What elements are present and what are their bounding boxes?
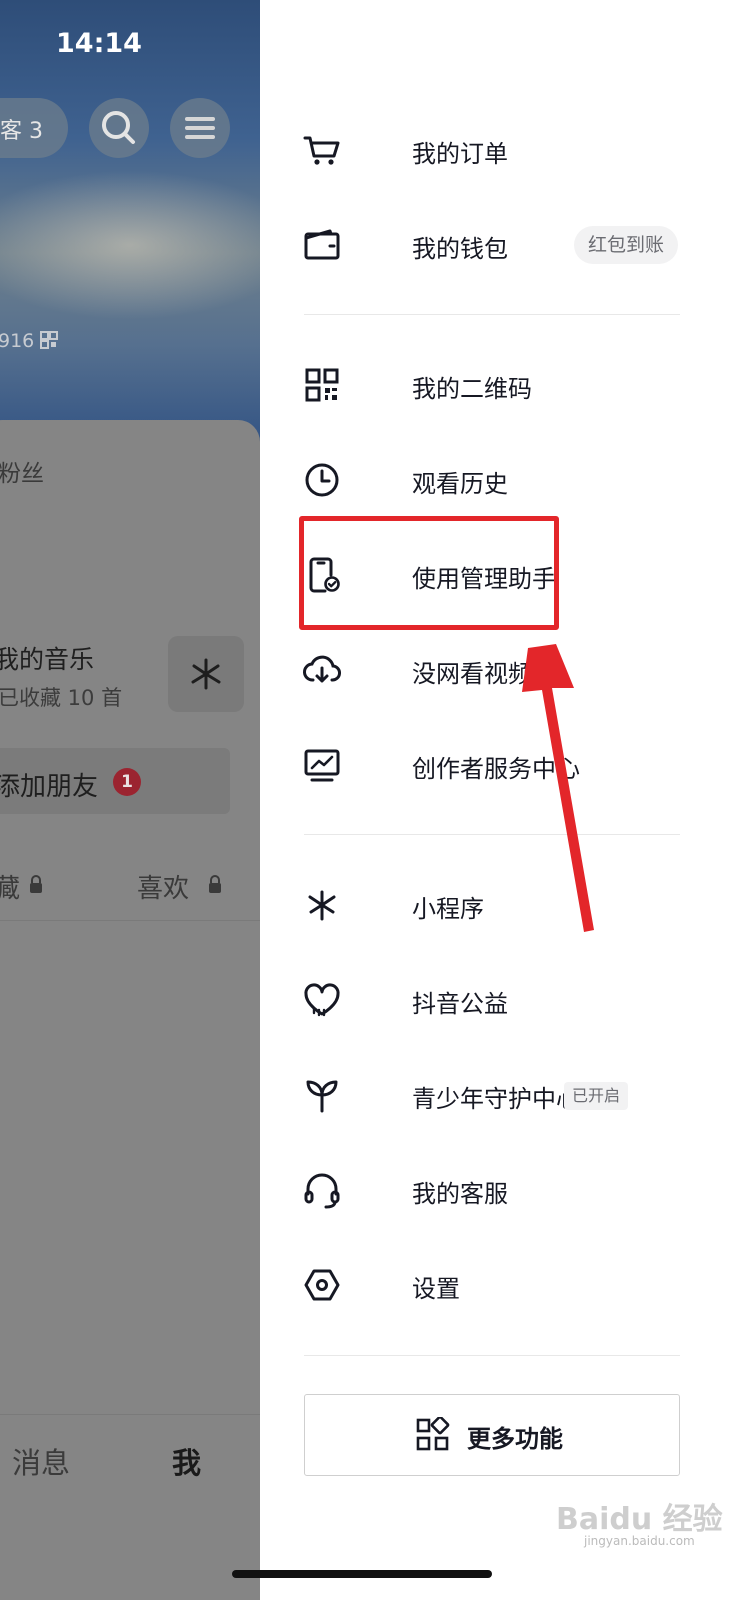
section-divider — [304, 834, 680, 835]
qr-code-icon — [305, 368, 339, 402]
menu-label: 我的客服 — [412, 1180, 508, 1208]
tab-likes[interactable]: 喜欢 — [137, 868, 189, 905]
wallet-icon — [304, 229, 340, 260]
cart-icon — [303, 136, 340, 165]
menu-label: 没网看视频 — [412, 660, 532, 688]
nav-me[interactable]: 我 — [172, 1440, 201, 1482]
user-id: 916 — [0, 330, 59, 352]
profile-page-dimmed[interactable]: 14:14 客 3 916 粉丝 我的音乐 已收藏 10 首 添加朋友 1 藏 … — [0, 0, 260, 1600]
menu-button[interactable] — [170, 98, 230, 158]
menu-item-history[interactable]: 观看历史 — [300, 450, 700, 510]
menu-item-qr-code[interactable]: 我的二维码 — [300, 355, 700, 415]
menu-label: 小程序 — [412, 895, 484, 923]
user-id-text: 916 — [0, 330, 41, 352]
visitor-button[interactable]: 客 3 — [0, 98, 68, 158]
screen: 14:14 客 3 916 粉丝 我的音乐 已收藏 10 首 添加朋友 1 藏 … — [0, 0, 739, 1600]
home-indicator — [232, 1570, 492, 1578]
hamburger-icon — [185, 117, 215, 139]
clock-icon — [305, 463, 339, 497]
menu-item-offline-video[interactable]: 没网看视频 — [300, 640, 700, 700]
tab-collection[interactable]: 藏 — [0, 868, 20, 905]
search-icon — [102, 111, 135, 144]
menu-label: 我的订单 — [412, 140, 508, 168]
lock-icon — [209, 875, 221, 893]
profile-banner — [0, 0, 260, 460]
section-divider — [304, 1355, 680, 1356]
menu-item-creator-center[interactable]: 创作者服务中心 — [300, 735, 700, 795]
bottom-nav-divider — [0, 1414, 260, 1415]
settings-hexagon-icon — [304, 1269, 340, 1301]
mini-program-shortcut[interactable] — [168, 636, 244, 712]
menu-label: 青少年守护中心 — [412, 1085, 580, 1113]
music-subtitle: 已收藏 10 首 — [0, 686, 123, 710]
menu-label: 抖音公益 — [412, 990, 508, 1018]
status-time: 14:14 — [56, 28, 142, 59]
headset-icon — [304, 1173, 340, 1209]
cloud-download-icon — [303, 655, 341, 683]
menu-label: 我的钱包 — [412, 235, 508, 263]
monitor-chart-icon — [304, 749, 340, 782]
watermark: Baidu 经验 — [556, 1502, 723, 1537]
qr-small-icon — [40, 331, 59, 349]
fans-label: 粉丝 — [0, 461, 44, 487]
menu-item-settings[interactable]: 设置 — [300, 1255, 700, 1315]
music-title[interactable]: 我的音乐 — [0, 640, 94, 676]
section-divider — [304, 314, 680, 315]
sprout-icon — [306, 1080, 338, 1113]
watermark-url: jingyan.baidu.com — [584, 1534, 695, 1548]
menu-label: 设置 — [412, 1275, 460, 1303]
visitor-label: 客 3 — [0, 119, 43, 144]
mini-program-icon — [191, 658, 221, 690]
tabs-divider — [0, 920, 260, 921]
menu-item-charity[interactable]: 抖音公益 — [300, 970, 700, 1030]
wallet-tag: 红包到账 — [574, 226, 679, 264]
grid-apps-icon — [416, 1417, 450, 1451]
more-features-label: 更多功能 — [467, 1425, 563, 1453]
profile-card — [0, 420, 260, 1600]
search-button[interactable] — [89, 98, 149, 158]
menu-label: 创作者服务中心 — [412, 755, 580, 783]
menu-item-orders[interactable]: 我的订单 — [300, 120, 700, 180]
menu-item-teen-protection[interactable]: 青少年守护中心 — [300, 1065, 700, 1125]
mini-program-icon — [308, 890, 336, 921]
side-drawer: 我的订单 我的钱包 红包到账 我的二维码 观看历史 使用管理助手 没网看视频 创… — [260, 0, 739, 1600]
menu-item-mini-programs[interactable]: 小程序 — [300, 875, 700, 935]
teen-protection-status-tag: 已开启 — [564, 1082, 629, 1110]
add-friend-label: 添加朋友 — [0, 772, 99, 802]
lock-icon — [30, 875, 42, 893]
notification-badge: 1 — [113, 768, 141, 796]
highlight-annotation — [299, 516, 559, 630]
heart-icon — [304, 983, 340, 1017]
nav-messages[interactable]: 消息 — [12, 1440, 70, 1482]
menu-item-customer-service[interactable]: 我的客服 — [300, 1160, 700, 1220]
more-features-button[interactable]: 更多功能 — [304, 1394, 680, 1476]
menu-label: 观看历史 — [412, 470, 508, 498]
menu-label: 我的二维码 — [412, 375, 532, 403]
